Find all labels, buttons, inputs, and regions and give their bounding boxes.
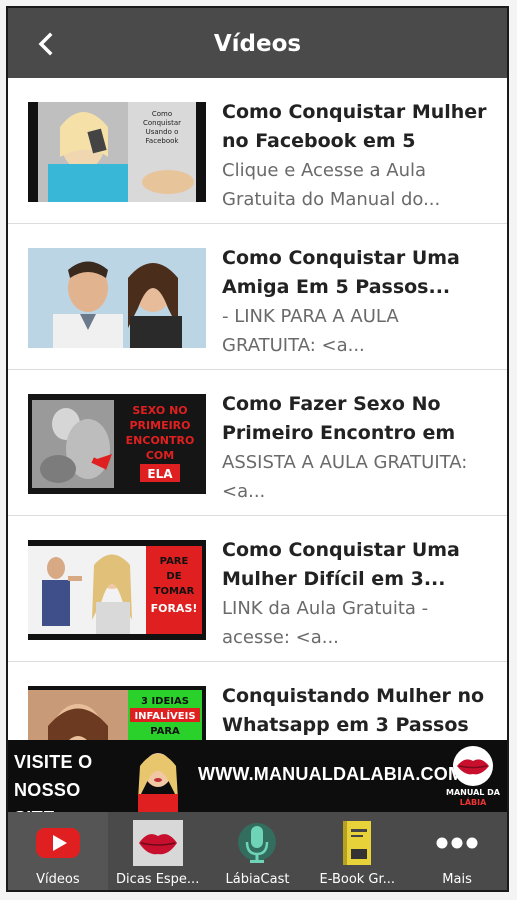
- tab-dicas-especiais[interactable]: Dicas Espe...: [108, 812, 208, 890]
- video-title: Conquistando Mulher no Whatsapp em 3 Pas…: [222, 685, 485, 736]
- video-description: LINK da Aula Gratuita - acesse: <a...: [222, 598, 429, 648]
- video-description: - LINK PARA A AULA GRATUITA: <a...: [222, 306, 399, 356]
- thumb-caption: Como: [152, 110, 172, 118]
- thumb-caption: ELA: [147, 467, 173, 481]
- banner-cta-line: NOSSO SITE: [14, 780, 81, 812]
- video-list-item[interactable]: PARE DE TOMAR FORAS! Como Conquistar Uma…: [8, 516, 507, 662]
- tab-label: Mais: [442, 872, 472, 887]
- thumb-caption: ENCONTRO: [126, 434, 195, 447]
- logo-text: MANUAL DA: [445, 788, 500, 797]
- tab-label: LábiaCast: [225, 872, 290, 887]
- tab-videos[interactable]: Vídeos: [8, 812, 108, 890]
- video-title: Como Fazer Sexo No Primeiro Encontro em …: [222, 393, 456, 444]
- thumb-caption: PRIMEIRO: [130, 419, 191, 432]
- video-list[interactable]: Como Conquistar Usando o Facebook Como C…: [8, 78, 507, 740]
- video-description: Clique e Acesse a Aula Gratuita do Manua…: [222, 160, 441, 210]
- video-thumbnail: 3 IDEIAS INFALÍVEIS PARA: [28, 686, 206, 740]
- tab-mais[interactable]: Mais: [407, 812, 507, 890]
- thumb-caption: PARE: [160, 556, 189, 567]
- tab-labiacast[interactable]: LábiaCast: [208, 812, 308, 890]
- page-title: Vídeos: [213, 31, 302, 57]
- video-title: Como Conquistar Mulher no Facebook em 5 …: [222, 101, 487, 152]
- thumb-caption: DE: [166, 571, 181, 582]
- video-title: Como Conquistar Uma Amiga Em 5 Passos...: [222, 247, 460, 298]
- more-dots-icon: [432, 820, 482, 866]
- video-list-item[interactable]: Como Conquistar Usando o Facebook Como C…: [8, 78, 507, 224]
- youtube-icon: [33, 820, 83, 866]
- video-thumbnail: PARE DE TOMAR FORAS!: [28, 540, 206, 640]
- tab-label: Dicas Espe...: [116, 872, 200, 887]
- video-list-item[interactable]: Como Conquistar Uma Amiga Em 5 Passos...…: [8, 224, 507, 370]
- thumb-caption: COM: [146, 449, 174, 462]
- thumb-caption: INFALÍVEIS: [134, 709, 195, 722]
- video-list-item[interactable]: 3 IDEIAS INFALÍVEIS PARA Conquistando Mu…: [8, 662, 507, 740]
- thumb-caption: Facebook: [146, 137, 180, 145]
- site-banner[interactable]: VISITE O NOSSO SITE WWW.MANUALDALABIA.CO…: [8, 740, 507, 812]
- app-header: Vídeos: [8, 8, 507, 78]
- video-list-item[interactable]: SEXO NO PRIMEIRO ENCONTRO COM ELA Como F…: [8, 370, 507, 516]
- lips-icon: [132, 820, 183, 866]
- banner-url: WWW.MANUALDALABIA.COM: [198, 764, 464, 784]
- video-thumbnail: [28, 248, 206, 348]
- video-description: ASSISTA A AULA GRATUITA: <a...: [222, 452, 468, 502]
- video-title: Como Conquistar Uma Mulher Difícil em 3.…: [222, 539, 460, 590]
- screen: Vídeos Como Conquistar Usando o Facebook…: [0, 0, 517, 900]
- thumb-caption: Conquistar: [143, 119, 181, 127]
- tab-ebook-gratis[interactable]: E-Book Gr...: [307, 812, 407, 890]
- tab-label: E-Book Gr...: [319, 872, 396, 887]
- lips-logo-icon: [453, 746, 493, 786]
- thumb-caption: 3 IDEIAS: [141, 696, 189, 707]
- book-icon: [332, 820, 382, 866]
- thumb-caption: Usando o: [146, 128, 179, 136]
- bottom-tab-bar: Vídeos Dicas Espe... LábiaCast E-Book Gr…: [8, 812, 507, 890]
- manual-da-labia-logo: MANUAL DA LÁBIA: [440, 744, 506, 808]
- thumb-caption: PARA: [150, 726, 180, 737]
- banner-model-image: [128, 740, 188, 812]
- app-window: Vídeos Como Conquistar Usando o Facebook…: [6, 6, 509, 892]
- tab-label: Vídeos: [36, 872, 80, 887]
- thumb-caption: TOMAR: [154, 586, 195, 597]
- banner-cta-line: VISITE O: [14, 752, 93, 772]
- logo-text: LÁBIA: [459, 798, 487, 807]
- thumb-caption: FORAS!: [151, 602, 198, 615]
- banner-cta: VISITE O NOSSO SITE: [14, 748, 124, 812]
- video-thumbnail: Como Conquistar Usando o Facebook: [28, 102, 206, 202]
- thumb-caption: SEXO NO: [132, 404, 187, 417]
- video-thumbnail: SEXO NO PRIMEIRO ENCONTRO COM ELA: [28, 394, 206, 494]
- microphone-icon: [232, 820, 282, 866]
